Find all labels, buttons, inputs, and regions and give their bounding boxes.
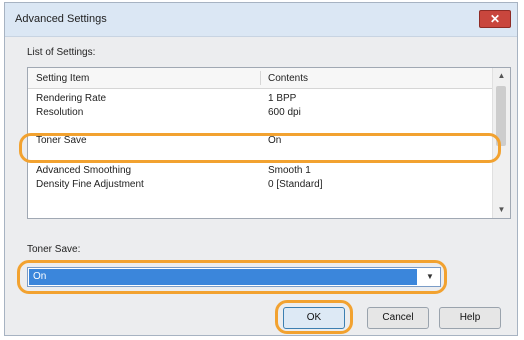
toner-save-selected-value: On bbox=[29, 269, 417, 285]
scroll-thumb[interactable] bbox=[496, 86, 506, 146]
toner-save-select[interactable]: On ▼ bbox=[27, 267, 441, 287]
column-header-contents[interactable]: Contents bbox=[268, 73, 308, 84]
column-divider[interactable] bbox=[260, 71, 261, 85]
list-row[interactable]: Resolution 600 dpi bbox=[28, 106, 494, 120]
column-header-setting-item[interactable]: Setting Item bbox=[36, 73, 89, 84]
setting-item: Density Fine Adjustment bbox=[36, 179, 144, 190]
setting-contents: Smooth 1 bbox=[268, 165, 311, 176]
help-button[interactable]: Help bbox=[439, 307, 501, 329]
setting-item: Advanced Smoothing bbox=[36, 165, 132, 176]
setting-contents: 0 [Standard] bbox=[268, 179, 323, 190]
list-header: Setting Item Contents bbox=[28, 68, 494, 89]
list-row[interactable]: Density Fine Adjustment 0 [Standard] bbox=[28, 178, 494, 192]
setting-contents: 1 BPP bbox=[268, 93, 297, 104]
setting-item: Rendering Rate bbox=[36, 93, 107, 104]
scroll-up-icon[interactable]: ▲ bbox=[493, 68, 510, 84]
cancel-button[interactable]: Cancel bbox=[367, 307, 429, 329]
advanced-settings-dialog: Advanced Settings ✕ List of Settings: Se… bbox=[4, 2, 518, 336]
list-scrollbar[interactable]: ▲ ▼ bbox=[492, 68, 510, 218]
setting-contents: 600 dpi bbox=[268, 107, 301, 118]
list-row-toner-save[interactable]: Toner Save On bbox=[28, 130, 494, 152]
ok-button[interactable]: OK bbox=[283, 307, 345, 329]
dialog-title: Advanced Settings bbox=[15, 13, 107, 25]
toner-save-label: Toner Save: bbox=[27, 244, 81, 255]
close-icon: ✕ bbox=[489, 12, 501, 26]
close-button[interactable]: ✕ bbox=[479, 10, 511, 28]
setting-item: Resolution bbox=[36, 107, 84, 118]
scroll-down-icon[interactable]: ▼ bbox=[493, 202, 510, 218]
list-row-partial[interactable] bbox=[28, 120, 494, 130]
settings-list[interactable]: Setting Item Contents Rendering Rate 1 B… bbox=[27, 67, 511, 219]
setting-item: Toner Save bbox=[36, 135, 87, 146]
list-row[interactable]: Advanced Smoothing Smooth 1 bbox=[28, 164, 494, 178]
list-row[interactable]: Rendering Rate 1 BPP bbox=[28, 92, 494, 106]
list-row-partial[interactable] bbox=[28, 192, 494, 202]
list-row-partial[interactable] bbox=[28, 154, 494, 164]
list-of-settings-label: List of Settings: bbox=[27, 47, 96, 58]
dropdown-arrow-icon[interactable]: ▼ bbox=[421, 269, 439, 285]
setting-contents: On bbox=[268, 135, 282, 146]
title-bar: Advanced Settings ✕ bbox=[5, 3, 517, 37]
